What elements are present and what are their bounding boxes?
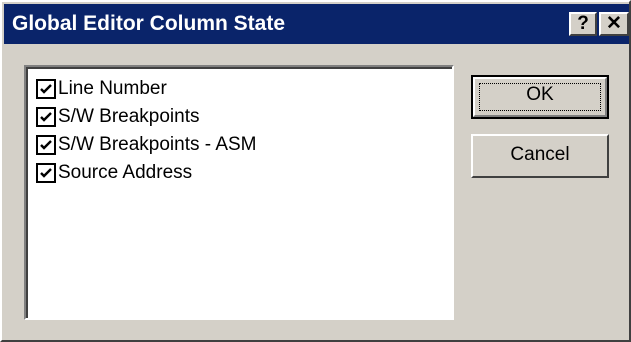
- close-icon: ✕: [606, 13, 622, 34]
- checkmark-icon: [40, 84, 52, 94]
- ok-button[interactable]: OK: [471, 75, 609, 119]
- checkmark-icon: [40, 140, 52, 150]
- help-icon: ?: [577, 13, 589, 34]
- checkmark-icon: [40, 168, 52, 178]
- list-item-label: S/W Breakpoints: [58, 106, 200, 127]
- dialog-title: Global Editor Column State: [12, 12, 286, 35]
- checkbox-source-address[interactable]: [36, 163, 56, 183]
- cancel-button[interactable]: Cancel: [471, 134, 609, 178]
- checkbox-sw-breakpoints[interactable]: [36, 107, 56, 127]
- listbox-frame: Line Number S/W Breakpoints S/W Breakpoi…: [26, 67, 452, 318]
- list-item-label: S/W Breakpoints - ASM: [58, 134, 257, 155]
- column-state-dialog: Global Editor Column State ? ✕ Line Numb…: [0, 0, 631, 342]
- close-button[interactable]: ✕: [599, 12, 629, 36]
- checkbox-sw-breakpoints-asm[interactable]: [36, 135, 56, 155]
- cancel-button-label: Cancel: [510, 144, 570, 165]
- list-item-label: Source Address: [58, 162, 193, 183]
- title-bar[interactable]: Global Editor Column State ? ✕: [4, 4, 629, 44]
- column-listbox[interactable]: Line Number S/W Breakpoints S/W Breakpoi…: [24, 65, 454, 320]
- ok-button-label: OK: [526, 84, 554, 105]
- help-button[interactable]: ?: [569, 12, 597, 36]
- checkbox-line-number[interactable]: [36, 79, 56, 99]
- list-item-label: Line Number: [58, 78, 167, 99]
- checkmark-icon: [40, 112, 52, 122]
